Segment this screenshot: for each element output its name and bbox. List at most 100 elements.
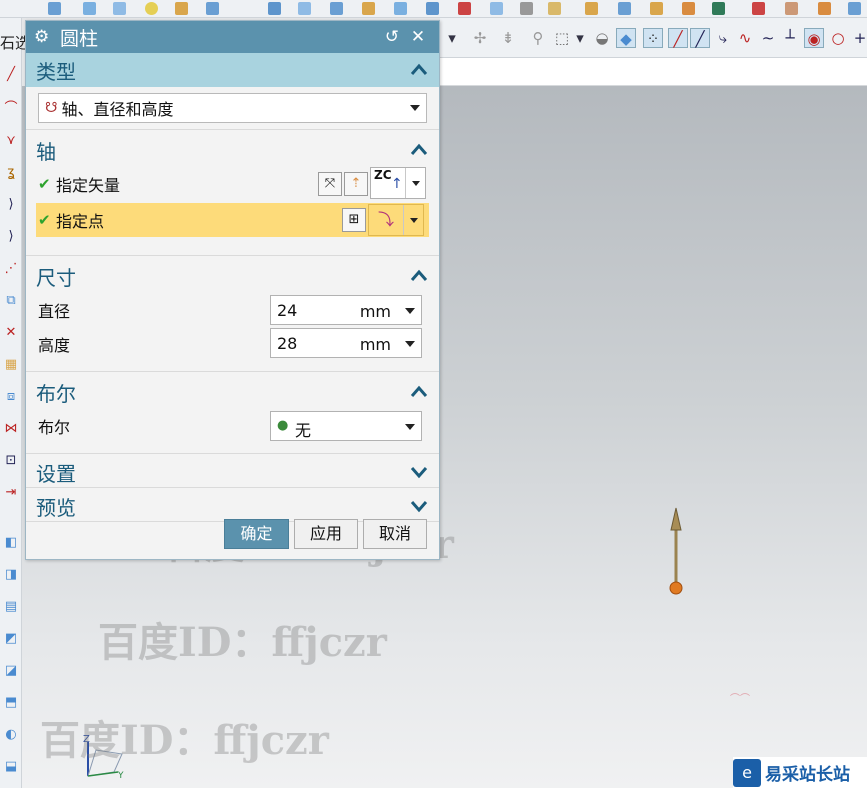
snap-all-icon[interactable]: ⁘ <box>643 28 663 48</box>
close-icon[interactable]: ✕ <box>405 27 431 47</box>
diameter-value[interactable]: 24 <box>277 301 297 320</box>
height-field[interactable]: 28 mm <box>270 328 422 358</box>
toolbar-pattern-icon[interactable] <box>490 2 503 15</box>
n-sided-icon[interactable]: ◐ <box>2 726 20 744</box>
bounded-plane-icon[interactable]: ⬒ <box>2 694 20 712</box>
section-axis-header[interactable]: 轴 <box>26 133 439 167</box>
zc-vector-icon[interactable]: ZC ↑ <box>371 168 405 198</box>
section-type-header[interactable]: 类型 <box>26 53 439 87</box>
solid-view-icon[interactable]: ◒ <box>592 28 612 48</box>
arc-icon[interactable]: ⌒ <box>2 100 20 118</box>
snap-perpendicular-icon[interactable]: ┴ <box>780 28 800 48</box>
point-type-splitbutton[interactable]: ⤵ <box>368 204 424 236</box>
chevron-down-icon[interactable] <box>405 341 415 347</box>
snap-center-icon[interactable]: ◉ <box>804 28 824 48</box>
chevron-down-icon[interactable] <box>403 205 423 235</box>
toolbar-cone-icon[interactable] <box>113 2 126 15</box>
dropdown-arrow-icon[interactable]: ▾ <box>442 28 462 48</box>
toolbar-extrude-icon[interactable] <box>175 2 188 15</box>
ruled-surface-icon[interactable]: ◧ <box>2 534 20 552</box>
specify-vector-row[interactable]: ✔ 指定矢量 ⤧ ⇡ ZC ↑ <box>38 167 427 201</box>
curve-icon[interactable]: ʓ <box>2 164 20 182</box>
chevron-up-icon[interactable] <box>409 266 429 286</box>
toolbar-revolve-icon[interactable] <box>206 2 219 15</box>
chevron-down-icon[interactable] <box>405 308 415 314</box>
point-dialog-icon[interactable]: ⊞ <box>342 208 366 232</box>
through-curves-icon[interactable]: ◨ <box>2 566 20 584</box>
wrap-icon[interactable]: ⊡ <box>2 452 20 470</box>
dialog-titlebar[interactable]: ⚙ 圆柱 ↺ ✕ <box>26 21 439 53</box>
select-point-icon[interactable]: ✢ <box>470 28 490 48</box>
toolbar-offset-icon[interactable] <box>585 2 598 15</box>
surface-icon[interactable]: ⧉ <box>2 292 20 310</box>
diameter-field[interactable]: 24 mm <box>270 295 422 325</box>
toolbar-subtract-icon[interactable] <box>298 2 311 15</box>
intersect-curve-icon[interactable]: ✕ <box>2 324 20 342</box>
toolbar-sheet-icon[interactable] <box>712 2 725 15</box>
toolbar-trash-icon[interactable] <box>520 2 533 15</box>
project-icon[interactable]: ⋰ <box>2 260 20 278</box>
toolbar-feature-icon[interactable] <box>785 2 798 15</box>
type-dropdown[interactable]: ☋ 轴、直径和高度 <box>38 93 427 123</box>
snap-quadrant-icon[interactable]: ○ <box>828 28 848 48</box>
snap-control-icon[interactable]: ⤷ <box>713 28 733 48</box>
cancel-button[interactable]: 取消 <box>363 519 427 549</box>
studio-surface-icon[interactable]: ◪ <box>2 662 20 680</box>
toolbar-hole-icon[interactable] <box>458 2 471 15</box>
chevron-down-icon[interactable] <box>409 462 429 482</box>
toolbar-sphere-icon[interactable] <box>145 2 158 15</box>
toolbar-flag-icon[interactable] <box>752 2 765 15</box>
toolbar-block-icon[interactable] <box>48 2 61 15</box>
cube-view-icon[interactable]: ◆ <box>616 28 636 48</box>
snap-endpoint-icon[interactable]: ╱ <box>668 28 688 48</box>
chevron-down-icon[interactable] <box>409 496 429 516</box>
specify-point-row[interactable]: ✔ 指定点 ⊞ ⤵ <box>36 203 429 237</box>
boolean-dropdown[interactable]: ● 无 <box>270 411 422 441</box>
snap-point-on-curve-icon[interactable]: + <box>850 28 867 48</box>
vector-type-splitbutton[interactable]: ZC ↑ <box>370 167 426 199</box>
chevron-down-icon[interactable] <box>405 424 415 430</box>
snap-settings-icon[interactable]: ⚲ <box>528 28 548 48</box>
toolbar-chamfer-icon[interactable] <box>394 2 407 15</box>
vector-arrow-icon[interactable] <box>662 506 692 602</box>
toolbar-mirror-icon[interactable] <box>682 2 695 15</box>
swept-icon[interactable]: ◩ <box>2 630 20 648</box>
height-value[interactable]: 28 <box>277 334 297 353</box>
section-boolean-header[interactable]: 布尔 <box>26 375 439 409</box>
chevron-up-icon[interactable] <box>409 382 429 402</box>
box-select-dropdown-icon[interactable]: ▾ <box>570 28 590 48</box>
toolbar-more-icon[interactable] <box>848 2 861 15</box>
section-curve-icon[interactable]: ⧈ <box>2 388 20 406</box>
toolbar-shell-icon[interactable] <box>426 2 439 15</box>
line-icon[interactable]: ╱ <box>2 66 20 84</box>
toolbar-sync-icon[interactable] <box>818 2 831 15</box>
join-icon[interactable]: ⇥ <box>2 484 20 502</box>
reverse-direction-icon[interactable]: ⤧ <box>318 172 342 196</box>
toolbar-trim-icon[interactable] <box>650 2 663 15</box>
inferred-point-icon[interactable]: ⤵ <box>369 205 403 235</box>
toolbar-edge-blend-icon[interactable] <box>362 2 375 15</box>
isoparametric-icon[interactable]: ▦ <box>2 356 20 374</box>
extract-icon[interactable]: ⋈ <box>2 420 20 438</box>
snap-intersection-icon[interactable]: ∿ <box>735 28 755 48</box>
toolbar-cylinder-icon[interactable] <box>83 2 96 15</box>
toolbar-union-icon[interactable] <box>268 2 281 15</box>
section-preview-header[interactable]: 预览 <box>26 491 439 521</box>
section-dimensions-header[interactable]: 尺寸 <box>26 259 439 293</box>
chevron-up-icon[interactable] <box>409 60 429 80</box>
reset-icon[interactable]: ↺ <box>379 27 405 47</box>
chevron-down-icon[interactable] <box>405 168 425 198</box>
vector-dialog-icon[interactable]: ⇡ <box>344 172 368 196</box>
ok-button[interactable]: 确定 <box>224 519 289 549</box>
section-settings-header[interactable]: 设置 <box>26 457 439 487</box>
select-filter-icon[interactable]: ⇟ <box>498 28 518 48</box>
offset-curve-icon[interactable]: ⟩ <box>2 228 20 246</box>
gear-icon[interactable]: ⚙ <box>34 27 56 47</box>
mesh-surface-icon[interactable]: ▤ <box>2 598 20 616</box>
snap-curve-icon[interactable]: ∼ <box>758 28 778 48</box>
toolbar-draft-icon[interactable] <box>548 2 561 15</box>
toolbar-intersect-icon[interactable] <box>330 2 343 15</box>
chevron-up-icon[interactable] <box>409 140 429 160</box>
box-select-icon[interactable]: ⬚ <box>552 28 572 48</box>
snap-midpoint-icon[interactable]: ╱ <box>690 28 710 48</box>
